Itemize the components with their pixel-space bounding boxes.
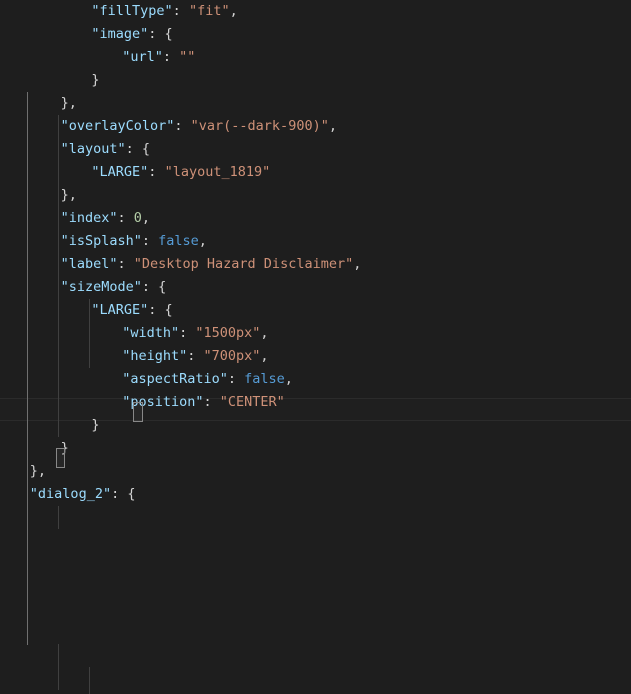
json-key: "label" (61, 256, 118, 272)
json-punctuation: , (285, 371, 293, 387)
json-punctuation: , (260, 348, 268, 364)
code-line[interactable]: } (91, 414, 99, 437)
code-line[interactable]: "position": "CENTER" (122, 391, 285, 414)
json-punctuation: } (91, 417, 99, 433)
json-string-value: "CENTER" (220, 394, 285, 410)
code-line[interactable]: "image": { (91, 23, 172, 46)
code-line[interactable]: "height": "700px", (122, 345, 268, 368)
json-punctuation: , (142, 210, 150, 226)
code-line[interactable]: "label": "Desktop Hazard Disclaimer", (61, 253, 362, 276)
json-punctuation: : (148, 164, 164, 180)
json-key: "aspectRatio" (122, 371, 228, 387)
json-punctuation: , (329, 118, 337, 134)
code-line[interactable]: }, (30, 460, 46, 483)
json-boolean-value: false (158, 233, 199, 249)
code-line[interactable]: "LARGE": { (91, 299, 172, 322)
json-punctuation: : (173, 3, 189, 19)
json-key: "image" (91, 26, 148, 42)
json-key: "dialog_2" (30, 486, 111, 502)
json-key: "url" (122, 49, 163, 65)
code-line[interactable]: }, (61, 184, 77, 207)
json-key: "isSplash" (61, 233, 142, 249)
json-key: "fillType" (91, 3, 172, 19)
code-line-current[interactable]: "layout": { (61, 138, 150, 161)
json-punctuation: } (91, 72, 99, 88)
json-string-value: "" (179, 49, 195, 65)
json-string-value: "fit" (189, 3, 230, 19)
json-punctuation: : (118, 256, 134, 272)
json-string-value: "700px" (203, 348, 260, 364)
json-key: "height" (122, 348, 187, 364)
code-line[interactable]: } (91, 69, 99, 92)
json-punctuation: : (203, 394, 219, 410)
json-punctuation: , (260, 325, 268, 341)
json-punctuation: : (118, 210, 134, 226)
code-line[interactable]: "fillType": "fit", (91, 0, 237, 23)
json-punctuation: , (353, 256, 361, 272)
json-punctuation: : (228, 371, 244, 387)
json-punctuation: : (187, 348, 203, 364)
json-number-value: 0 (134, 210, 142, 226)
json-punctuation: : { (148, 26, 172, 42)
json-punctuation: , (199, 233, 207, 249)
code-line[interactable]: "url": "" (122, 46, 195, 69)
json-string-value: "var(--dark-900)" (191, 118, 329, 134)
json-punctuation: : (179, 325, 195, 341)
json-punctuation: : { (142, 279, 166, 295)
json-string-value: "Desktop Hazard Disclaimer" (134, 256, 353, 272)
code-line[interactable]: "aspectRatio": false, (122, 368, 293, 391)
json-punctuation: : { (111, 486, 135, 502)
code-line[interactable]: "width": "1500px", (122, 322, 268, 345)
json-string-value: "layout_1819" (165, 164, 271, 180)
json-punctuation: : { (126, 141, 150, 157)
code-line[interactable]: "dialog_2": { (30, 483, 136, 506)
json-punctuation: }, (30, 463, 46, 479)
code-content-layer[interactable]: "color": "var(--light-700)","fillType": … (0, 0, 631, 694)
json-punctuation: }, (61, 187, 77, 203)
code-line[interactable]: "index": 0, (61, 207, 150, 230)
code-line[interactable]: "sizeMode": { (61, 276, 167, 299)
code-line[interactable]: }, (61, 92, 77, 115)
code-line[interactable]: } (61, 437, 69, 460)
json-key: "sizeMode" (61, 279, 142, 295)
json-key: "width" (122, 325, 179, 341)
json-punctuation: } (61, 440, 69, 456)
json-key: "position" (122, 394, 203, 410)
code-line[interactable]: "overlayColor": "var(--dark-900)", (61, 115, 337, 138)
code-line[interactable]: "isSplash": false, (61, 230, 207, 253)
json-code-editor[interactable]: "color": "var(--light-700)","fillType": … (0, 0, 631, 694)
json-punctuation: }, (61, 95, 77, 111)
json-punctuation: , (230, 3, 238, 19)
json-key: "LARGE" (91, 164, 148, 180)
json-key: "index" (61, 210, 118, 226)
json-key: "overlayColor" (61, 118, 175, 134)
json-key: "layout" (61, 141, 126, 157)
json-boolean-value: false (244, 371, 285, 387)
json-punctuation: : (142, 233, 158, 249)
json-punctuation: : (174, 118, 190, 134)
json-punctuation: : (163, 49, 179, 65)
code-line[interactable]: "LARGE": "layout_1819" (91, 161, 270, 184)
json-punctuation: : { (148, 302, 172, 318)
json-key: "LARGE" (91, 302, 148, 318)
json-string-value: "1500px" (195, 325, 260, 341)
